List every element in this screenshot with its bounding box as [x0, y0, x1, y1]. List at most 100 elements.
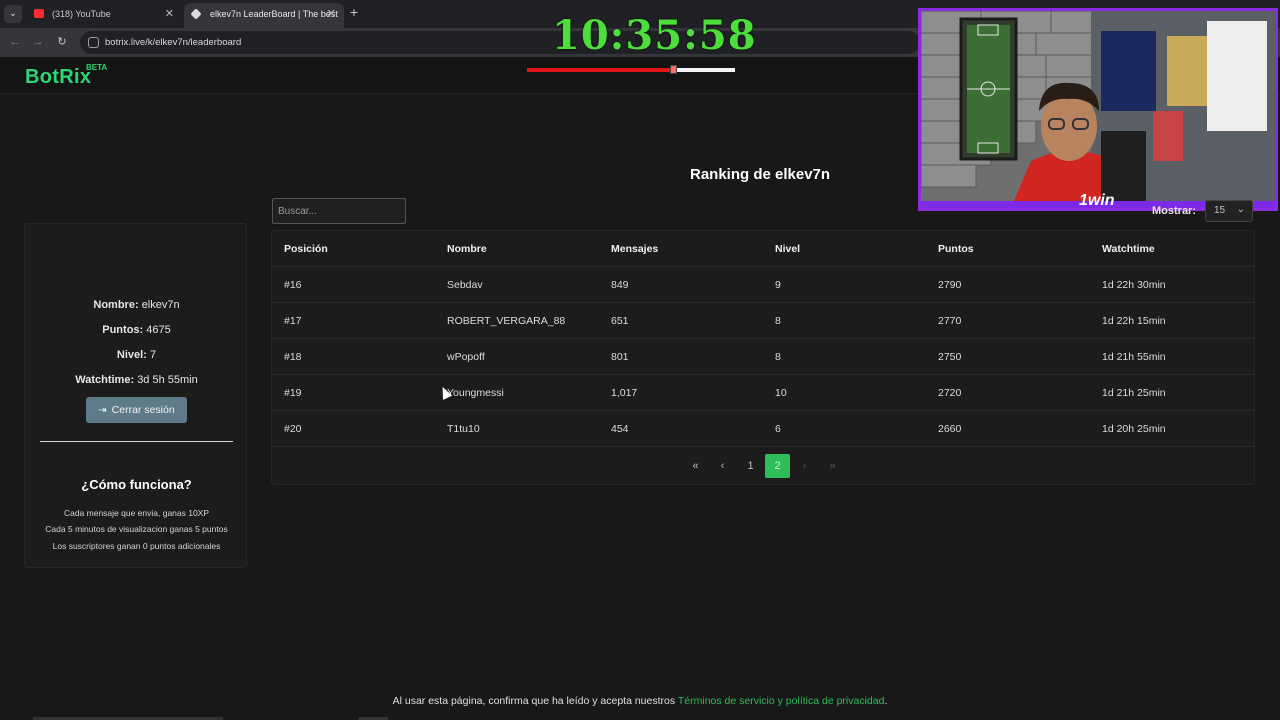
footer-text: Al usar esta página, confirma que ha leí…: [392, 695, 676, 707]
show-entries-value: 15: [1214, 205, 1226, 216]
sign-out-icon: ⇥: [98, 405, 107, 416]
first-page-icon[interactable]: «: [683, 454, 708, 478]
column-header[interactable]: Watchtime: [1102, 231, 1155, 267]
level-label: Nivel:: [116, 349, 147, 361]
webcam-overlay: 1win: [918, 8, 1278, 211]
level-cell: 8: [775, 351, 781, 363]
position-cell: #20: [284, 423, 302, 435]
level-cell: 6: [775, 423, 781, 435]
site-info-icon[interactable]: [88, 37, 99, 48]
tab-title: (318) YouTube: [52, 9, 111, 19]
name-cell: Youngmessi: [447, 387, 504, 399]
table-row: #17 ROBERT_VERGARA_88 651 8 2770 1d 22h …: [272, 303, 1254, 339]
tab-title: elkev7n LeaderBoard | The best: [210, 9, 338, 19]
pagination: « ‹ 1 2 › »: [272, 454, 1254, 478]
webcam-feed-image: [921, 11, 1275, 208]
points-value: 4675: [146, 324, 171, 336]
table-row: #19 Youngmessi 1,017 10 2720 1d 21h 25mi…: [272, 375, 1254, 411]
name-cell: wPopoff: [447, 351, 485, 363]
previous-page-icon[interactable]: ‹: [710, 454, 735, 478]
user-name-line: Nombre: elkev7n: [25, 299, 248, 311]
page-title: Ranking de elkev7n: [690, 166, 831, 183]
level-cell: 9: [775, 279, 781, 291]
close-tab-icon[interactable]: ✕: [327, 3, 336, 25]
youtube-favicon-icon: [34, 9, 44, 18]
name-value: elkev7n: [141, 299, 180, 311]
watchtime-value: 3d 5h 55min: [137, 374, 198, 386]
messages-cell: 849: [611, 279, 629, 291]
watchtime-cell: 1d 22h 30min: [1102, 279, 1166, 291]
next-page-icon[interactable]: ›: [792, 454, 817, 478]
beta-badge: BETA: [86, 63, 108, 72]
watchtime-label: Watchtime:: [75, 374, 135, 386]
show-entries-select[interactable]: 15 ⌄: [1205, 200, 1253, 222]
messages-cell: 1,017: [611, 387, 638, 399]
column-header[interactable]: Mensajes: [611, 231, 658, 267]
column-header[interactable]: Puntos: [938, 231, 974, 267]
points-label: Puntos:: [102, 324, 144, 336]
url-bar[interactable]: botrix.live/k/elkev7n/leaderboard: [80, 31, 920, 54]
watchtime-cell: 1d 22h 15min: [1102, 315, 1166, 327]
user-watchtime-line: Watchtime: 3d 5h 55min: [25, 374, 248, 386]
user-info-card: Nombre: elkev7n Puntos: 4675 Nivel: 7 Wa…: [24, 223, 247, 568]
stream-clock: 10:35:58: [552, 12, 757, 59]
column-header[interactable]: Nombre: [447, 231, 487, 267]
video-progress-knob[interactable]: [669, 65, 677, 74]
table-row: #20 T1tu10 454 6 2660 1d 20h 25min: [272, 411, 1254, 447]
page-button-1[interactable]: 1: [738, 454, 763, 478]
new-tab-button[interactable]: +: [346, 4, 362, 20]
close-tab-icon[interactable]: ✕: [165, 3, 174, 25]
divider: [40, 441, 233, 442]
level-value: 7: [149, 349, 157, 361]
points-cell: 2720: [938, 387, 962, 399]
points-cell: 2660: [938, 423, 962, 435]
page-button-2[interactable]: 2: [765, 454, 790, 478]
messages-cell: 801: [611, 351, 629, 363]
watchtime-cell: 1d 21h 55min: [1102, 351, 1166, 363]
show-entries-label: Mostrar:: [1152, 205, 1197, 217]
back-arrow-icon[interactable]: ←: [7, 34, 23, 50]
botrix-logo[interactable]: BotRix: [25, 66, 91, 89]
name-cell: T1tu10: [447, 423, 480, 435]
name-cell: Sebdav: [447, 279, 483, 291]
logout-button[interactable]: ⇥ Cerrar sesión: [86, 397, 187, 423]
position-cell: #16: [284, 279, 302, 291]
sponsor-logo: 1win: [1079, 192, 1115, 209]
points-cell: 2750: [938, 351, 962, 363]
name-cell: ROBERT_VERGARA_88: [447, 315, 566, 327]
reload-icon[interactable]: ↻: [54, 34, 70, 50]
tab-search-chevron-icon[interactable]: ⌄: [4, 5, 22, 23]
position-cell: #19: [284, 387, 302, 399]
level-cell: 10: [775, 387, 787, 399]
logout-label: Cerrar sesión: [111, 404, 175, 416]
last-page-icon[interactable]: »: [820, 454, 845, 478]
footer-suffix: .: [884, 695, 888, 707]
video-progress-bar[interactable]: [527, 65, 735, 74]
name-label: Nombre:: [93, 299, 139, 311]
points-cell: 2790: [938, 279, 962, 291]
column-header[interactable]: Nivel: [775, 231, 800, 267]
level-cell: 8: [775, 315, 781, 327]
messages-cell: 651: [611, 315, 629, 327]
how-it-works-title: ¿Cómo funciona?: [81, 477, 192, 492]
position-cell: #18: [284, 351, 302, 363]
leaderboard-table: Posición Nombre Mensajes Nivel Puntos Wa…: [271, 230, 1255, 485]
watchtime-cell: 1d 21h 25min: [1102, 387, 1166, 399]
tab-youtube[interactable]: (318) YouTube ✕: [26, 3, 182, 28]
user-level-line: Nivel: 7: [25, 349, 248, 361]
botrix-favicon-icon: [190, 8, 202, 20]
terms-link[interactable]: Términos de servicio y política de priva…: [678, 695, 885, 707]
watchtime-cell: 1d 20h 25min: [1102, 423, 1166, 435]
search-input[interactable]: [272, 198, 406, 224]
chevron-down-icon: ⌄: [1236, 204, 1245, 215]
user-points-line: Puntos: 4675: [25, 324, 248, 336]
footer: Al usar esta página, confirma que ha leí…: [0, 695, 1280, 707]
url-text: botrix.live/k/elkev7n/leaderboard: [105, 37, 242, 48]
tab-leaderboard[interactable]: elkev7n LeaderBoard | The best ✕: [184, 3, 344, 28]
column-header[interactable]: Posición: [284, 231, 328, 267]
points-cell: 2770: [938, 315, 962, 327]
how-it-works-line: Cada mensaje que envia, ganas 10XP: [63, 508, 210, 518]
how-it-works-line: Los suscriptores ganan 0 puntos adiciona…: [52, 541, 221, 551]
forward-arrow-icon[interactable]: →: [30, 34, 46, 50]
position-cell: #17: [284, 315, 302, 327]
